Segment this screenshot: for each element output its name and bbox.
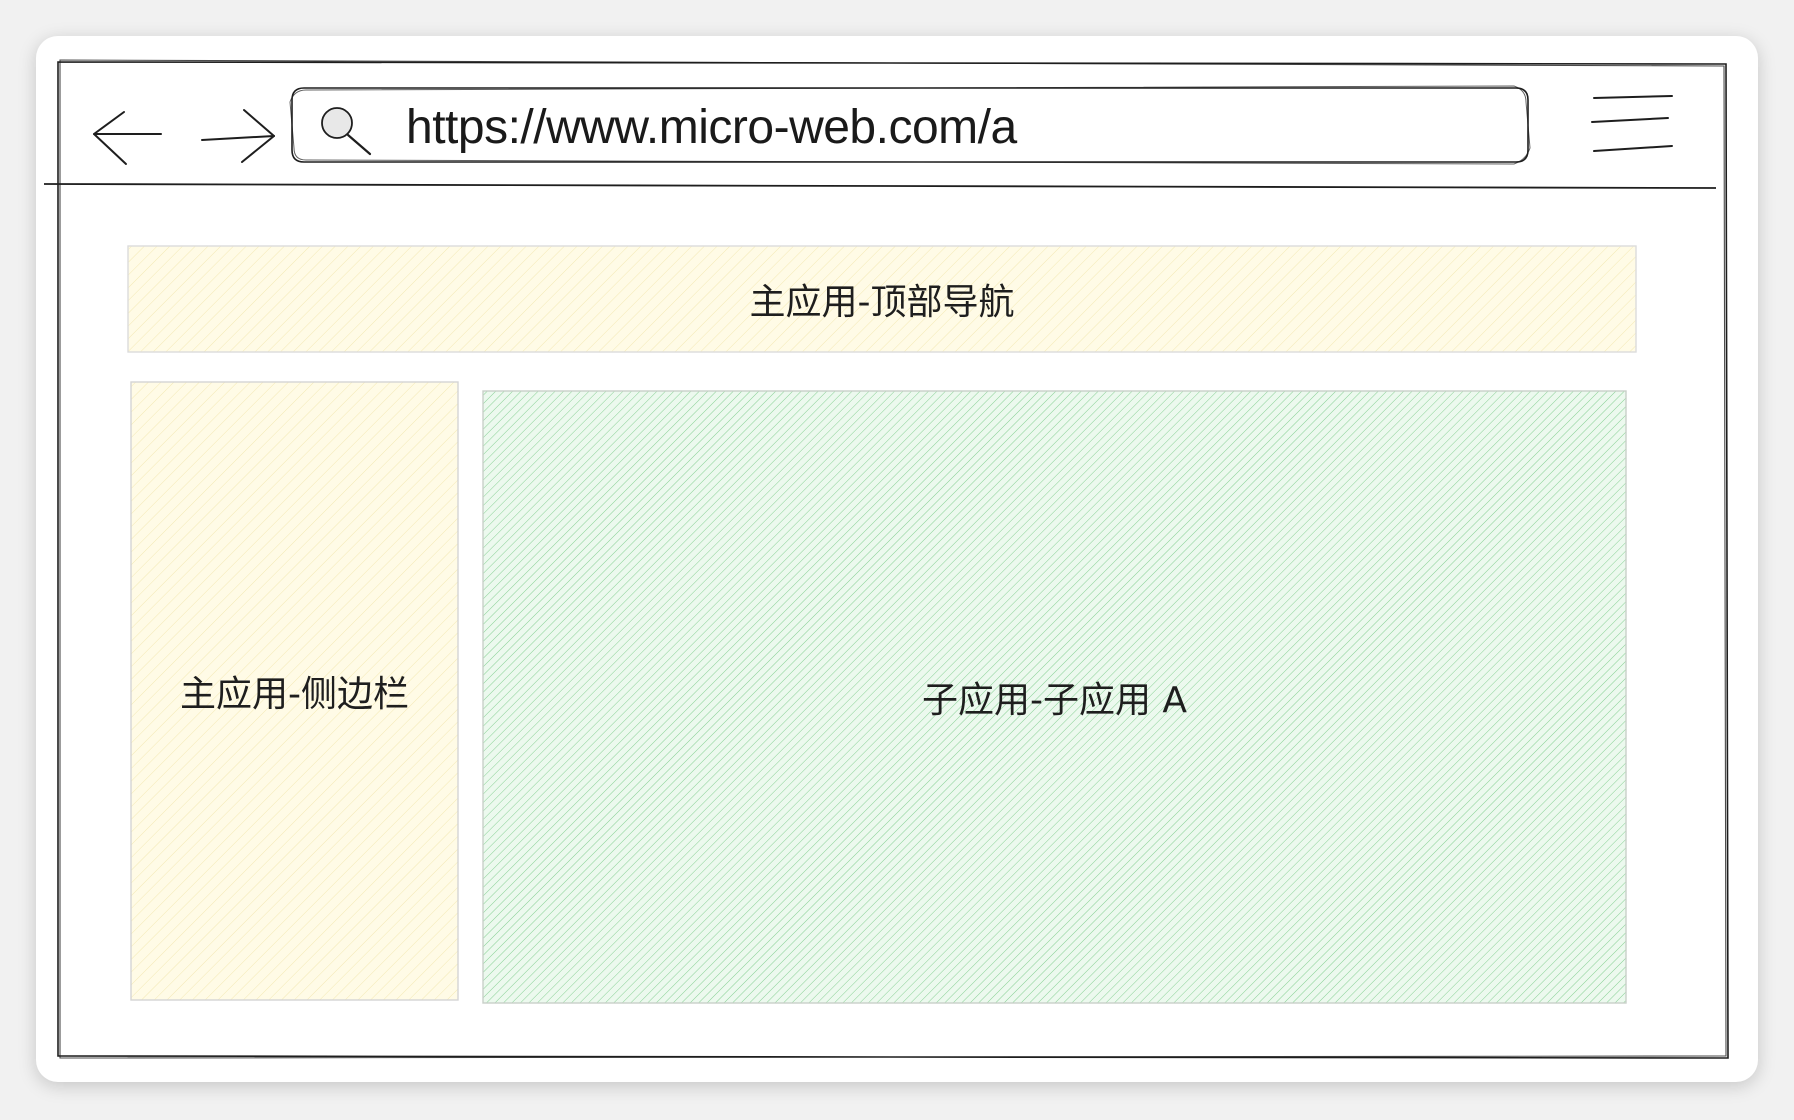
sub-app-label: 子应用-子应用 A <box>921 680 1188 721</box>
url-text[interactable]: https://www.micro-web.com/a <box>406 98 1017 158</box>
arrow-right-icon[interactable] <box>201 109 275 163</box>
search-icon <box>321 107 372 156</box>
hamburger-menu-icon[interactable] <box>1591 95 1673 152</box>
top-nav-label: 主应用-顶部导航 <box>749 282 1015 323</box>
diagram-card: https://www.micro-web.com/a 主应用-顶部导航 主应用… <box>36 36 1758 1082</box>
sidebar-label: 主应用-侧边栏 <box>180 674 409 715</box>
arrow-left-icon[interactable] <box>93 111 162 165</box>
